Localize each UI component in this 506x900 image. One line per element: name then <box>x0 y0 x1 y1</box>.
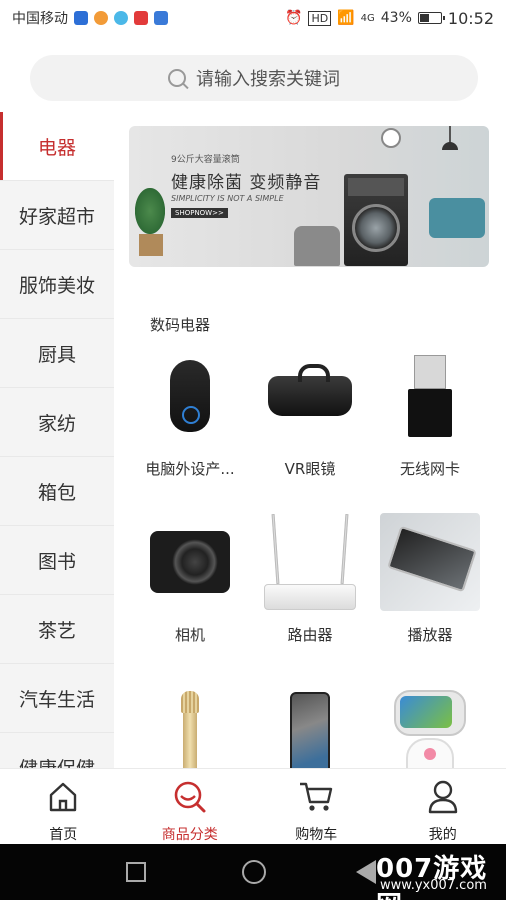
cart-icon <box>296 777 336 816</box>
grid-item-vr[interactable]: VR眼镜 <box>252 346 368 479</box>
home-icon <box>43 777 83 816</box>
watermark-url: www.yx007.com <box>380 878 487 893</box>
status-bar: 中国移动 ⏰ HD 📶 4G 43% 10:52 <box>0 0 506 36</box>
back-button[interactable] <box>356 860 376 884</box>
user-icon <box>423 777 463 816</box>
tab-label: 首页 <box>49 827 78 843</box>
weibo-app-icon <box>94 11 108 25</box>
grid-item-label: 相机 <box>174 626 205 644</box>
sidebar-item-label: 箱包 <box>37 481 76 504</box>
news-app-icon <box>134 11 148 25</box>
grid-item-router[interactable]: 路由器 <box>252 512 368 645</box>
promo-banner[interactable]: 9公斤大容量滚筒 健康除菌 变频静音 SIMPLICITY IS NOT A S… <box>129 126 489 267</box>
mouse-icon <box>140 346 240 446</box>
hd-icon: HD <box>308 10 332 26</box>
tab-home[interactable]: 首页 <box>0 769 127 844</box>
wifi-adapter-icon <box>380 346 480 446</box>
battery-icon <box>417 12 445 24</box>
chair-illustration <box>294 226 340 266</box>
clock-time: 10:52 <box>447 8 494 28</box>
wifi-icon: 📶 <box>337 10 355 26</box>
washing-machine-image <box>344 174 408 266</box>
tab-profile[interactable]: 我的 <box>380 769 506 844</box>
tab-cart[interactable]: 购物车 <box>253 769 380 844</box>
sidebar-item-health[interactable]: 健康保健 <box>0 733 114 769</box>
grid-item-phone[interactable] <box>252 684 368 768</box>
sidebar-item-tea[interactable]: 茶艺 <box>0 595 114 664</box>
carrier-label: 中国移动 <box>12 11 68 27</box>
category-card: 数码电器 电脑外设产... VR眼镜 无线网卡 相机 路由器 播放器 <box>128 298 492 768</box>
grid-item-label: VR眼镜 <box>284 460 336 478</box>
category-content: 9公斤大容量滚筒 健康除菌 变频静音 SIMPLICITY IS NOT A S… <box>114 112 506 768</box>
sidebar-item-apparel-beauty[interactable]: 服饰美妆 <box>0 250 114 319</box>
vr-headset-icon <box>260 346 360 446</box>
status-right: ⏰ HD 📶 4G 43% 10:52 <box>285 9 494 28</box>
robot-icon <box>380 684 480 768</box>
tab-label: 购物车 <box>295 827 338 843</box>
clock-illustration <box>381 128 401 148</box>
grid-item-camera[interactable]: 相机 <box>132 512 248 645</box>
tab-label: 我的 <box>428 827 457 843</box>
sidebar-item-supermarket[interactable]: 好家超市 <box>0 181 114 250</box>
shield-app-icon <box>74 11 88 25</box>
media-player-icon <box>380 512 480 612</box>
grid-item-microphone[interactable] <box>132 684 248 768</box>
sidebar-item-label: 图书 <box>37 550 76 573</box>
status-left: 中国移动 <box>12 8 168 28</box>
camera-icon <box>140 512 240 612</box>
search-icon <box>168 69 186 87</box>
grid-item-label: 路由器 <box>287 626 333 644</box>
sidebar-item-label: 电器 <box>37 136 76 159</box>
sidebar-item-label: 家纺 <box>37 412 76 435</box>
sidebar-item-textiles[interactable]: 家纺 <box>0 388 114 457</box>
sidebar-item-auto[interactable]: 汽车生活 <box>0 664 114 733</box>
recent-apps-button[interactable] <box>126 862 146 882</box>
banner-subtitle: SIMPLICITY IS NOT A SIMPLE <box>171 194 284 203</box>
grid-item-peripherals[interactable]: 电脑外设产... <box>132 346 248 479</box>
grid-item-label: 播放器 <box>407 626 453 644</box>
grid-item-player[interactable]: 播放器 <box>372 512 488 645</box>
grid-item-wifi-card[interactable]: 无线网卡 <box>372 346 488 479</box>
sidebar-item-label: 健康保健 <box>19 754 95 769</box>
sidebar-item-appliances[interactable]: 电器 <box>0 112 114 181</box>
network-label: 4G <box>360 12 375 24</box>
plant-illustration <box>135 186 165 256</box>
sidebar-item-kitchenware[interactable]: 厨具 <box>0 319 114 388</box>
search-placeholder: 请输入搜索关键词 <box>196 69 340 90</box>
router-icon <box>260 512 360 612</box>
grid-item-robot[interactable] <box>372 684 488 768</box>
microphone-icon <box>140 684 240 768</box>
sidebar-item-label: 茶艺 <box>37 619 76 642</box>
bottom-tab-bar: 首页 商品分类 购物车 我的 <box>0 768 506 844</box>
banner-title: 健康除菌 变频静音 <box>171 173 322 193</box>
category-sidebar: 电器 好家超市 服饰美妆 厨具 家纺 箱包 图书 茶艺 汽车生活 健康保健 <box>0 112 114 768</box>
tab-categories[interactable]: 商品分类 <box>127 769 254 844</box>
sidebar-item-label: 厨具 <box>37 343 76 366</box>
battery-percent: 43% <box>380 10 412 26</box>
sidebar-item-label: 汽车生活 <box>18 688 95 711</box>
sidebar-item-label: 好家超市 <box>18 205 95 228</box>
phone-icon <box>260 684 360 768</box>
banner-shop-button[interactable]: SHOPNOW>> <box>171 208 228 218</box>
browser-app-icon <box>114 11 128 25</box>
category-search-icon <box>170 777 210 816</box>
category-title: 数码电器 <box>150 316 211 334</box>
battery-fill <box>419 14 430 22</box>
search-bar[interactable]: 请输入搜索关键词 <box>30 55 478 101</box>
video-app-icon <box>154 11 168 25</box>
sofa-illustration <box>429 198 485 238</box>
grid-item-label: 无线网卡 <box>399 460 460 478</box>
sidebar-item-label: 服饰美妆 <box>18 274 95 297</box>
tab-label: 商品分类 <box>161 827 218 843</box>
banner-capacity: 9公斤大容量滚筒 <box>171 155 240 165</box>
sidebar-item-books[interactable]: 图书 <box>0 526 114 595</box>
sidebar-item-bags[interactable]: 箱包 <box>0 457 114 526</box>
grid-item-label: 电脑外设产... <box>145 460 235 478</box>
alarm-icon: ⏰ <box>285 10 303 26</box>
home-button[interactable] <box>242 860 266 884</box>
lamp-illustration <box>442 126 458 150</box>
